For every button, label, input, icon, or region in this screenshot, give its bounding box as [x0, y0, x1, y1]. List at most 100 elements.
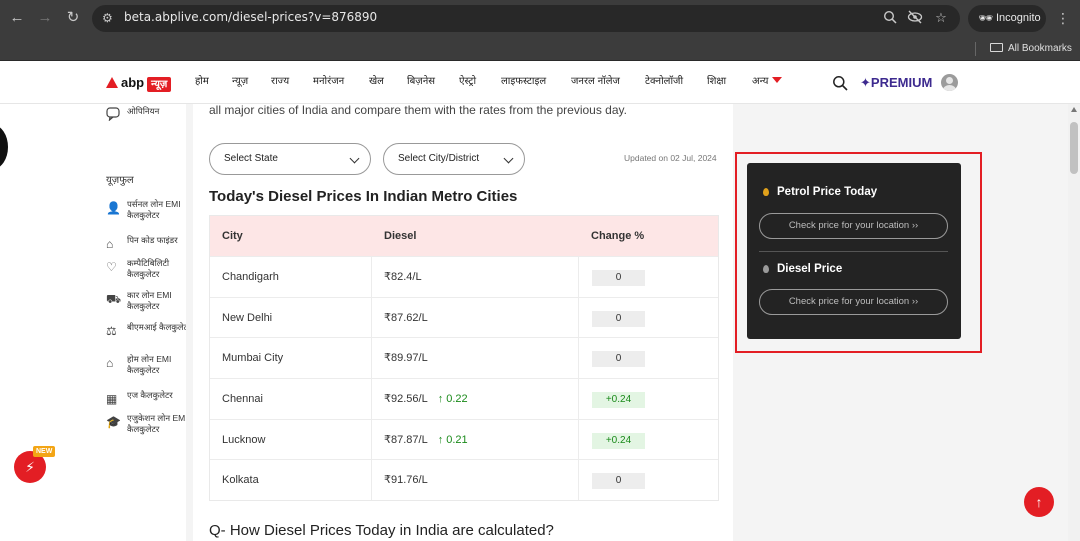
address-bar[interactable]: ⚙ beta.abplive.com/diesel-prices?v=87689…	[92, 5, 960, 32]
arrow-up-icon: ↑	[437, 393, 444, 406]
price-rise: ↑ 0.22	[437, 393, 468, 406]
faq-title: Q- How Diesel Prices Today in India are …	[209, 522, 554, 539]
forward-icon[interactable]: →	[36, 9, 54, 27]
column-divider	[371, 379, 372, 419]
new-badge: NEW	[33, 446, 56, 457]
car-icon: ⛟	[106, 292, 122, 306]
bookmark-star-icon[interactable]: ☆	[933, 10, 949, 26]
premium-link[interactable]: ✦PREMIUM	[860, 75, 932, 91]
diesel-cell: ₹87.87/L ↑ 0.21	[384, 433, 468, 446]
change-badge: 0	[592, 473, 645, 490]
zoom-icon[interactable]	[882, 10, 898, 26]
fuel-drop-icon	[763, 265, 769, 273]
diesel-cell: ₹89.97/L	[384, 352, 428, 365]
bookmarks-divider	[975, 42, 976, 56]
change-badge: 0	[592, 310, 645, 327]
price-rise: ↑ 0.21	[437, 433, 468, 446]
arrow-up-icon: ↑	[1035, 494, 1043, 510]
select-state-dropdown[interactable]: Select State	[209, 143, 371, 175]
person-icon: 👤	[106, 201, 121, 215]
petrol-check-price-button[interactable]: Check price for your location ››	[759, 213, 948, 239]
column-header-city: City	[222, 230, 243, 242]
nav-item[interactable]: ऐस्ट्रो	[459, 75, 476, 89]
change-badge: +0.24	[592, 432, 645, 449]
section-title: Today's Diesel Prices In Indian Metro Ci…	[209, 188, 518, 205]
chevron-down-icon	[503, 153, 514, 164]
nav-item[interactable]: राज्य	[271, 75, 289, 89]
dark-side-button[interactable]	[0, 125, 8, 169]
calculator-icon: ▦	[106, 392, 118, 406]
petrol-title: Petrol Price Today	[763, 185, 877, 199]
heart-icon: ♡	[106, 260, 117, 274]
scroll-up-icon[interactable]	[1071, 107, 1077, 112]
fuel-drop-icon	[763, 188, 769, 196]
column-header-diesel: Diesel	[384, 230, 417, 242]
url-text[interactable]: beta.abplive.com/diesel-prices?v=876890	[124, 10, 377, 24]
widget-divider	[759, 251, 948, 252]
table-row: Lucknow ₹87.87/L ↑ 0.21 +0.24	[210, 418, 718, 460]
nav-item[interactable]: जनरल नॉलेज	[571, 75, 620, 89]
diesel-title: Diesel Price	[763, 262, 842, 276]
nav-item[interactable]: न्यूज़	[232, 75, 248, 89]
city-cell: Chennai	[222, 393, 263, 406]
back-icon[interactable]: ←	[8, 9, 26, 27]
change-badge: 0	[592, 351, 645, 368]
nav-item[interactable]: मनोरंजन	[313, 75, 344, 89]
city-cell: New Delhi	[222, 311, 273, 324]
diesel-cell: ₹87.62/L	[384, 311, 428, 324]
lightning-icon: ⚡	[25, 459, 35, 475]
chevron-down-icon	[349, 153, 360, 164]
select-city-dropdown[interactable]: Select City/District	[383, 143, 525, 175]
abp-logo[interactable]: abp न्यूज़	[106, 75, 172, 92]
column-divider	[578, 338, 579, 379]
eye-off-icon[interactable]	[907, 10, 923, 26]
table-row: Mumbai City ₹89.97/L 0	[210, 337, 718, 379]
nav-item[interactable]: टेक्नोलॉजी	[645, 75, 683, 89]
logo-triangle-icon	[106, 77, 118, 88]
diesel-price-table: City Diesel Change % Chandigarh ₹82.4/L …	[209, 215, 719, 502]
scroll-to-top-button[interactable]: ↑	[1024, 487, 1054, 517]
nav-item[interactable]: खेल	[369, 75, 384, 89]
city-cell: Mumbai City	[222, 352, 284, 365]
scrollbar[interactable]	[1068, 104, 1080, 541]
column-divider	[578, 419, 579, 460]
change-badge: +0.24	[592, 392, 645, 409]
diesel-cell: ₹91.76/L	[384, 474, 428, 487]
table-header: City Diesel Change %	[210, 216, 718, 256]
diesel-cell: ₹92.56/L ↑ 0.22	[384, 393, 468, 406]
home-icon: ⌂	[106, 356, 114, 370]
column-divider	[578, 460, 579, 501]
table-row: New Delhi ₹87.62/L 0	[210, 296, 718, 338]
reload-icon[interactable]: ↻	[64, 9, 82, 27]
city-cell: Chandigarh	[222, 271, 279, 283]
diesel-check-price-button[interactable]: Check price for your location ››	[759, 289, 948, 315]
arrow-up-icon: ↑	[437, 433, 444, 446]
site-info-icon[interactable]: ⚙	[102, 11, 117, 26]
bookmarks-bar: All Bookmarks	[0, 37, 1080, 61]
column-header-change: Change %	[591, 230, 645, 242]
incognito-icon: 🕶	[978, 11, 994, 25]
column-divider	[371, 419, 372, 460]
education-icon: 🎓	[106, 415, 121, 429]
column-divider	[371, 460, 372, 501]
column-divider	[371, 297, 372, 338]
nav-item[interactable]: होम	[195, 75, 209, 89]
fuel-price-widget: Petrol Price Today Check price for your …	[747, 163, 961, 339]
nav-item[interactable]: शिक्षा	[707, 75, 726, 89]
nav-item[interactable]: बिज़नेस	[407, 75, 435, 89]
scale-icon: ⚖	[106, 324, 117, 338]
browser-toolbar: ← → ↻ ⚙ beta.abplive.com/diesel-prices?v…	[0, 0, 1080, 37]
nav-item[interactable]: लाइफस्टाइल	[501, 75, 546, 89]
incognito-indicator[interactable]: 🕶 Incognito	[968, 5, 1046, 32]
browser-menu-icon[interactable]: ⋮	[1056, 9, 1070, 27]
search-icon[interactable]	[832, 75, 848, 91]
avatar[interactable]	[941, 74, 958, 91]
all-bookmarks-button[interactable]: All Bookmarks	[990, 41, 1072, 57]
pin-icon: ⌂	[106, 237, 114, 251]
site-header: abp न्यूज़ होम न्यूज़ राज्य मनोरंजन खेल ब…	[0, 62, 1080, 104]
table-row: Chandigarh ₹82.4/L 0	[210, 256, 718, 297]
column-divider	[371, 257, 372, 297]
scroll-thumb[interactable]	[1070, 122, 1078, 174]
column-divider	[578, 379, 579, 419]
nav-item-more[interactable]: अन्य	[752, 75, 783, 89]
